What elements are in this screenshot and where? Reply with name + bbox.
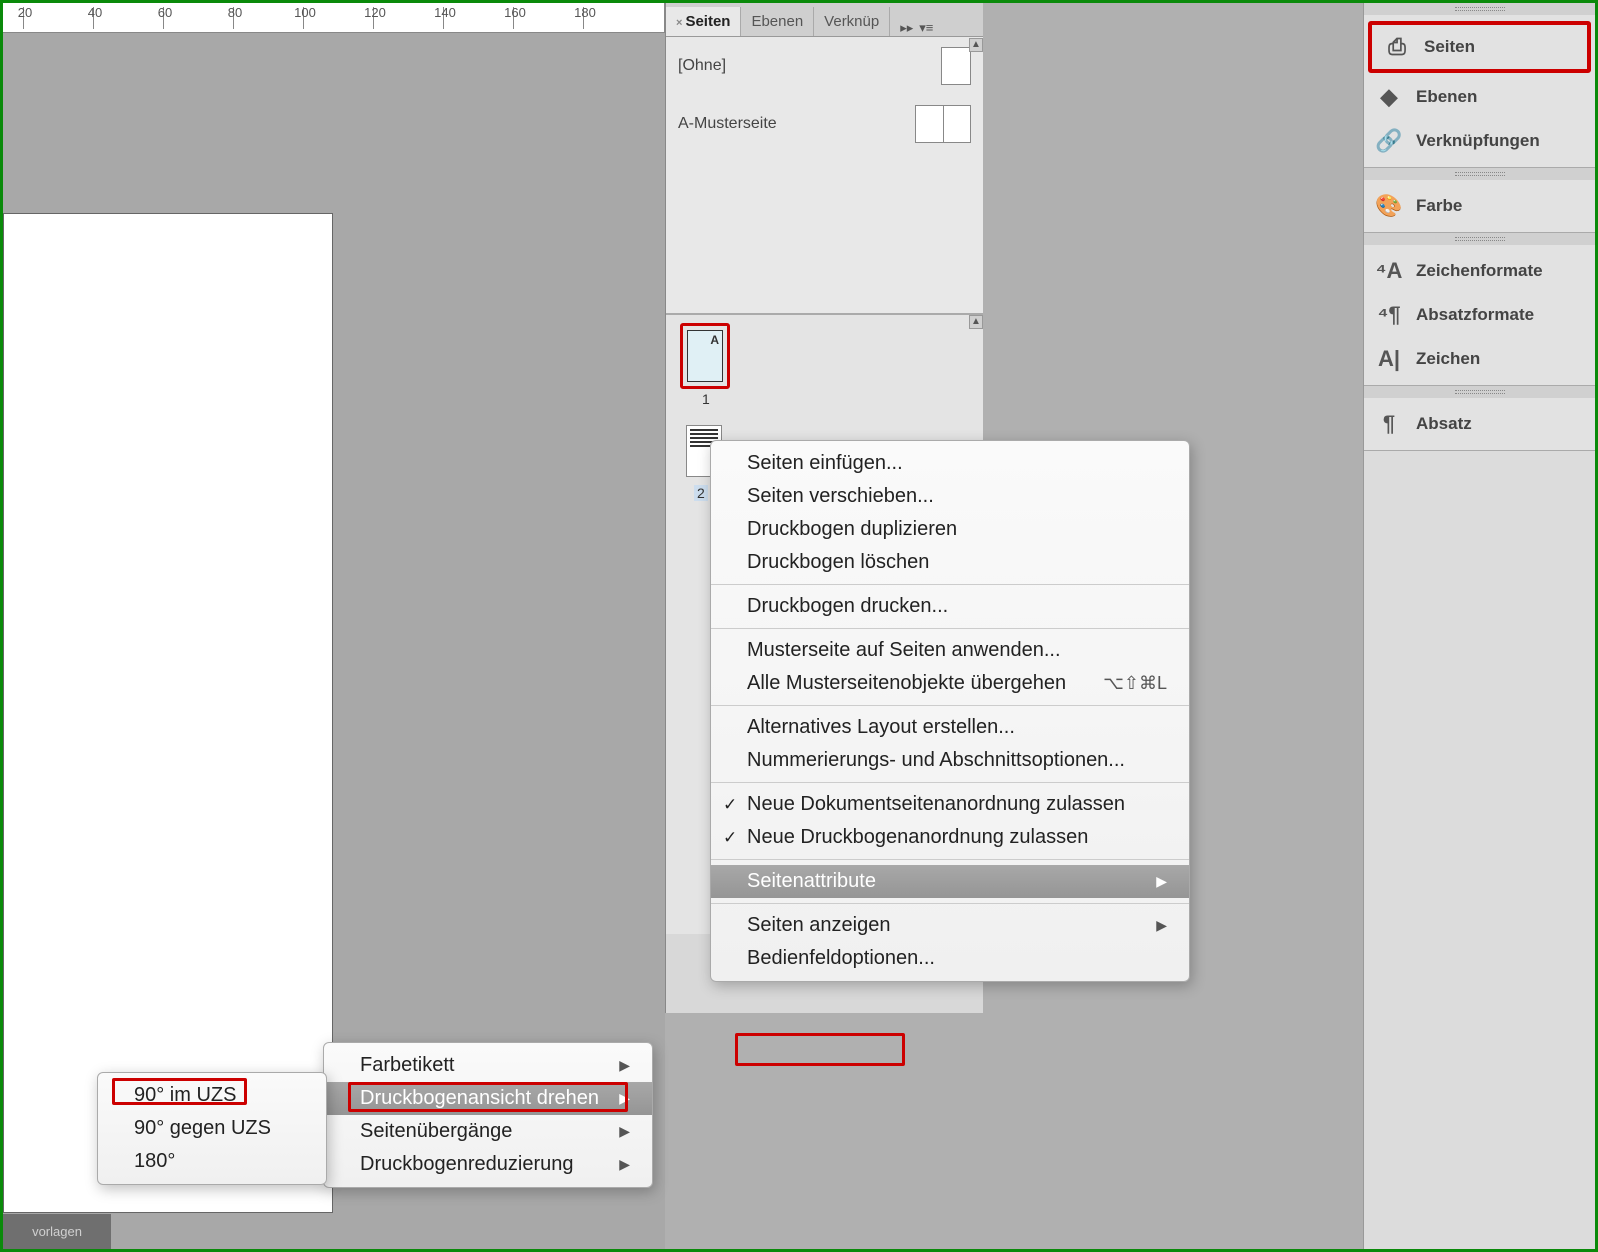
ruler-tick-160: 160 (503, 5, 527, 20)
menu-item-seitenattribute[interactable]: Seitenattribute ▶ (711, 865, 1189, 898)
char-styles-icon: ⁴A (1376, 258, 1402, 284)
rotate-item-90ccw[interactable]: 90° gegen UZS (98, 1112, 326, 1145)
menu-item-alt-layout[interactable]: Alternatives Layout erstellen... (711, 711, 1189, 744)
dock-absatzformate-label: Absatzformate (1416, 305, 1534, 325)
master-letter: A (710, 333, 719, 347)
submenu-seitenattribute: Farbetikett ▶ Druckbogenansicht drehen ▶… (323, 1042, 653, 1188)
dock-item-absatzformate[interactable]: ⁴¶ Absatzformate (1364, 293, 1595, 337)
dock-grip[interactable] (1364, 3, 1595, 15)
page-number-2: 2 (694, 485, 708, 501)
menu-item-seiten-anzeigen[interactable]: Seiten anzeigen ▶ (711, 909, 1189, 942)
master-pages-list: [Ohne] A-Musterseite ▲ (666, 37, 983, 314)
tab-verknuepfungen[interactable]: Verknüp (814, 7, 890, 36)
dock-zeichen-label: Zeichen (1416, 349, 1480, 369)
menu-item-nummerierung[interactable]: Nummerierungs- und Abschnittsoptionen... (711, 744, 1189, 777)
layers-icon: ◆ (1376, 84, 1402, 110)
menu-item-doku-anordnung[interactable]: ✓Neue Dokumentseitenanordnung zulassen (711, 788, 1189, 821)
rotate-item-90cw[interactable]: 90° im UZS (98, 1079, 326, 1112)
master-scroll-up-icon[interactable]: ▲ (969, 38, 983, 52)
ruler-tick-80: 80 (223, 5, 247, 20)
submenu-arrow-icon: ▶ (1156, 873, 1167, 890)
footer-strip: vorlagen (3, 1214, 111, 1249)
shortcut-label: ⌥⇧⌘L (1103, 673, 1167, 694)
dock-farbe-label: Farbe (1416, 196, 1462, 216)
collapse-icon[interactable]: ▸▸ (900, 20, 913, 36)
dock-item-seiten[interactable]: ⎙ Seiten (1372, 25, 1587, 69)
submenu-item-farbetikett[interactable]: Farbetikett ▶ (324, 1049, 652, 1082)
submenu-arrow-icon: ▶ (619, 1123, 630, 1140)
dock-seiten-label: Seiten (1424, 37, 1475, 57)
master-a-label: A-Musterseite (678, 115, 777, 133)
menu-item-druckbogen-drucken[interactable]: Druckbogen drucken... (711, 590, 1189, 623)
char-icon: A| (1376, 346, 1402, 372)
menu-item-seiten-einfuegen[interactable]: Seiten einfügen... (711, 447, 1189, 480)
horizontal-ruler: 20 40 60 80 100 120 140 160 180 (3, 3, 665, 33)
submenu-item-seitenuebergaenge[interactable]: Seitenübergänge ▶ (324, 1115, 652, 1148)
tab-ebenen[interactable]: Ebenen (741, 7, 814, 36)
master-none-label: [Ohne] (678, 57, 726, 75)
master-page-none[interactable]: [Ohne] (666, 37, 983, 95)
rotate-item-180[interactable]: 180° (98, 1145, 326, 1178)
menu-item-musterseiten-uebergehen[interactable]: Alle Musterseitenobjekte übergehen ⌥⇧⌘L (711, 667, 1189, 700)
menu-item-bedienfeldoptionen[interactable]: Bedienfeldoptionen... (711, 942, 1189, 975)
ruler-tick-180: 180 (573, 5, 597, 20)
master-a-thumb (915, 105, 971, 143)
color-icon: 🎨 (1376, 193, 1402, 219)
right-dock: ⎙ Seiten ◆ Ebenen 🔗 Verknüpfungen 🎨 Farb… (1363, 3, 1595, 1249)
submenu-drehen: 90° im UZS 90° gegen UZS 180° (97, 1072, 327, 1185)
submenu-arrow-icon: ▶ (1156, 917, 1167, 934)
ruler-tick-40: 40 (83, 5, 107, 20)
highlight-seitenattribute (735, 1033, 905, 1066)
master-none-thumb (941, 47, 971, 85)
dock-zeichenformate-label: Zeichenformate (1416, 261, 1543, 281)
panel-tab-bar: Seiten Ebenen Verknüp ▸▸ ▾≡ (666, 3, 983, 37)
ruler-tick-120: 120 (363, 5, 387, 20)
dock-item-zeichenformate[interactable]: ⁴A Zeichenformate (1364, 249, 1595, 293)
ruler-tick-100: 100 (293, 5, 317, 20)
ruler-tick-20: 20 (13, 5, 37, 20)
flyout-menu-icon[interactable]: ▾≡ (919, 20, 933, 36)
submenu-arrow-icon: ▶ (619, 1156, 630, 1173)
submenu-arrow-icon: ▶ (619, 1090, 630, 1107)
pages-scroll-up-icon[interactable]: ▲ (969, 315, 983, 329)
document-page[interactable] (3, 213, 333, 1213)
dock-item-zeichen[interactable]: A| Zeichen (1364, 337, 1595, 381)
ruler-tick-140: 140 (433, 5, 457, 20)
master-page-a[interactable]: A-Musterseite (666, 95, 983, 153)
submenu-arrow-icon: ▶ (619, 1057, 630, 1074)
ruler-tick-60: 60 (153, 5, 177, 20)
submenu-item-druckbogenansicht-drehen[interactable]: Druckbogenansicht drehen ▶ (324, 1082, 652, 1115)
links-icon: 🔗 (1376, 128, 1402, 154)
page-thumb-1[interactable]: A (687, 330, 723, 382)
tab-seiten[interactable]: Seiten (666, 7, 741, 36)
dock-ebenen-label: Ebenen (1416, 87, 1477, 107)
seiten-highlight-box: ⎙ Seiten (1368, 21, 1591, 73)
dock-absatz-label: Absatz (1416, 414, 1472, 434)
menu-item-druckbogen-loeschen[interactable]: Druckbogen löschen (711, 546, 1189, 579)
dock-item-ebenen[interactable]: ◆ Ebenen (1364, 75, 1595, 119)
page-number-1: 1 (702, 391, 710, 407)
pages-icon: ⎙ (1384, 34, 1410, 60)
menu-item-druckbogen-anordnung[interactable]: ✓Neue Druckbogenanordnung zulassen (711, 821, 1189, 854)
para-styles-icon: ⁴¶ (1376, 302, 1402, 328)
submenu-item-druckbogenreduzierung[interactable]: Druckbogenreduzierung ▶ (324, 1148, 652, 1181)
context-menu-main: Seiten einfügen... Seiten verschieben...… (710, 440, 1190, 982)
dock-item-absatz[interactable]: ¶ Absatz (1364, 402, 1595, 446)
menu-item-druckbogen-duplizieren[interactable]: Druckbogen duplizieren (711, 513, 1189, 546)
dock-verknuepfungen-label: Verknüpfungen (1416, 131, 1540, 151)
menu-item-seiten-verschieben[interactable]: Seiten verschieben... (711, 480, 1189, 513)
dock-item-verknuepfungen[interactable]: 🔗 Verknüpfungen (1364, 119, 1595, 163)
page-thumb-1-container: A (680, 323, 730, 389)
menu-item-musterseite-anwenden[interactable]: Musterseite auf Seiten anwenden... (711, 634, 1189, 667)
paragraph-icon: ¶ (1376, 411, 1402, 437)
dock-item-farbe[interactable]: 🎨 Farbe (1364, 184, 1595, 228)
